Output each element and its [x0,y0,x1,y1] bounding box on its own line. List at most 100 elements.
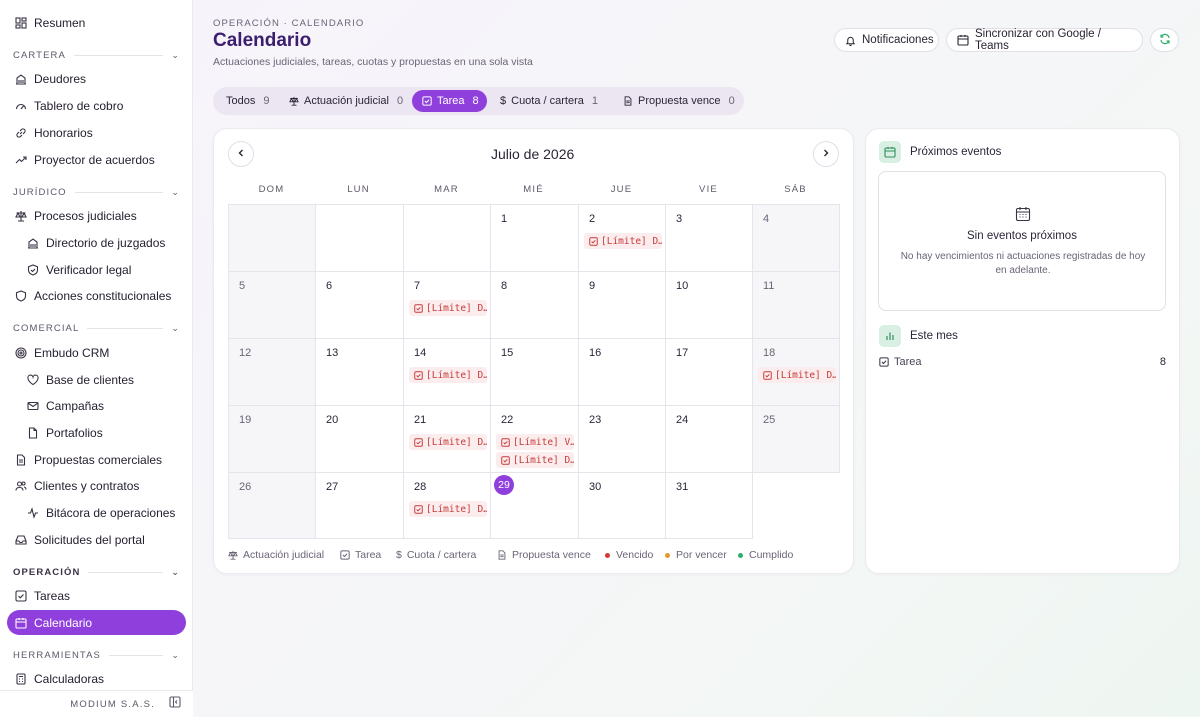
calendar-day[interactable]: 4 [752,204,840,272]
sidebar-item-clientes[interactable]: Clientes y contratos [7,473,186,498]
calendar-day[interactable]: 23 [578,405,666,473]
empty-title: Sin eventos próximos [967,230,1077,242]
calendar-day[interactable]: 27 [315,472,404,539]
calendar-day[interactable]: 26 [228,472,316,539]
notifications-button[interactable]: Notificaciones [834,28,939,52]
calendar-icon [1015,206,1031,227]
calendar-event[interactable]: [Límite] V… [496,434,574,450]
calendar-day[interactable]: 30 [578,472,666,539]
calendar-event[interactable]: [Límite] D… [584,233,662,249]
filter-todos[interactable]: Todos 9 [216,90,279,112]
page-subtitle: Actuaciones judiciales, tareas, cuotas y… [213,56,533,68]
weekday-header: JUE [610,184,633,195]
calendar-day[interactable]: 3 [665,204,753,272]
day-number: 11 [763,280,775,292]
sidebar-item-honorarios[interactable]: Honorarios [7,120,186,145]
calendar-day[interactable]: 12 [228,338,316,406]
document-icon [497,550,507,560]
calendar-day[interactable]: 15 [490,338,579,406]
chevron-down-icon: ⌄ [171,566,180,577]
sync-calendar-button[interactable]: Sincronizar con Google / Teams [946,28,1143,52]
sidebar-item-calculadoras[interactable]: Calculadoras [7,666,186,690]
calendar-day[interactable]: 7 [Límite] D… [403,271,491,339]
section-label: JURÍDICO [13,186,67,198]
calendar-day-today[interactable]: 29 [490,472,579,539]
sidebar-item-acciones[interactable]: Acciones constitucionales [7,283,186,308]
calendar-day[interactable]: 9 [578,271,666,339]
sidebar-item-label: Honorarios [34,125,93,140]
calendar-day[interactable]: 1 [490,204,579,272]
section-juridico[interactable]: JURÍDICO ⌄ [13,185,180,199]
calendar-event[interactable]: [Límite] D… [409,300,487,316]
sidebar-item-tablero[interactable]: Tablero de cobro [7,93,186,118]
chevron-down-icon: ⌄ [171,322,180,333]
section-operacion[interactable]: OPERACIÓN ⌄ [13,565,180,579]
sidebar-item-deudores[interactable]: Deudores [7,66,186,91]
document-icon [623,96,633,106]
sidebar-item-directorio[interactable]: Directorio de juzgados [7,230,186,255]
filter-cuota-cartera[interactable]: $ Cuota / cartera 1 [490,90,608,112]
calendar-day[interactable]: 11 [752,271,840,339]
calendar-day[interactable]: 10 [665,271,753,339]
calendar-day[interactable]: 17 [665,338,753,406]
section-comercial[interactable]: COMERCIAL ⌄ [13,321,180,335]
sidebar-item-tareas[interactable]: Tareas [7,583,186,608]
calendar-day[interactable]: 5 [228,271,316,339]
sidebar-item-campanas[interactable]: Campañas [7,393,186,418]
calendar-day[interactable]: 6 [315,271,404,339]
calendar-event[interactable]: [Límite] D… [409,501,487,517]
calendar-day[interactable]: 18 [Límite] D… [752,338,840,406]
calendar-day[interactable]: 16 [578,338,666,406]
refresh-button[interactable] [1150,28,1179,52]
calendar-event[interactable]: [Límite] D… [409,434,487,450]
event-title: [Límite] D… [601,235,662,247]
event-title: [Límite] V… [513,436,574,448]
sidebar-item-propuestas[interactable]: Propuestas comerciales [7,447,186,472]
calendar-event[interactable]: [Límite] D… [496,452,574,468]
calendar-day[interactable]: 20 [315,405,404,473]
next-month-button[interactable] [813,141,839,167]
sidebar-item-calendario[interactable]: Calendario [7,610,186,635]
checkbox-icon [15,589,27,602]
filter-actuacion-judicial[interactable]: Actuación judicial 0 [279,90,413,112]
filter-tabs: Todos 9 Actuación judicial 0 Tarea 8 $ Cuot… [213,87,744,115]
checkbox-icon [414,370,423,380]
sidebar-item-label: Portafolios [46,425,103,440]
sidebar-item-label: Verificador legal [46,262,132,277]
calendar-day[interactable]: 2 [Límite] D… [578,204,666,272]
calendar-day[interactable]: 31 [665,472,753,539]
calendar-day[interactable]: 21 [Límite] D… [403,405,491,473]
calendar-day[interactable]: 28 [Límite] D… [403,472,491,539]
sidebar-item-verificador[interactable]: Verificador legal [7,257,186,282]
sidebar-item-portafolios[interactable]: Portafolios [7,420,186,445]
inbox-icon [15,534,27,546]
prev-month-button[interactable] [228,141,254,167]
calendar-event[interactable]: [Límite] D… [758,367,836,383]
calendar-day[interactable]: 22 [Límite] V… [Límite] D… [490,405,579,473]
day-number: 18 [763,347,776,359]
sidebar-item-embudo[interactable]: Embudo CRM [7,340,186,365]
calendar-day[interactable]: 24 [665,405,753,473]
sidebar-item-proyector[interactable]: Proyector de acuerdos [7,147,186,172]
upcoming-title: Próximos eventos [910,146,1002,158]
section-cartera[interactable]: CARTERA ⌄ [13,48,180,62]
sidebar-item-resumen[interactable]: Resumen [7,10,186,35]
sidebar-item-solicitudes[interactable]: Solicitudes del portal [7,527,186,552]
calendar-day[interactable]: 13 [315,338,404,406]
filter-tarea[interactable]: Tarea 8 [412,90,487,112]
calendar-day[interactable]: 8 [490,271,579,339]
calendar-day[interactable]: 25 [752,405,840,473]
checkbox-icon [414,303,423,313]
sidebar-item-base[interactable]: Base de clientes [7,367,186,392]
section-herramientas[interactable]: HERRAMIENTAS ⌄ [13,648,180,662]
sidebar-item-bitacora[interactable]: Bitácora de operaciones [7,500,186,525]
status-dot [665,552,670,558]
day-number: 8 [501,280,508,292]
calendar-day[interactable]: 14 [Límite] D… [403,338,491,406]
calendar-day[interactable]: 19 [228,405,316,473]
calendar-event[interactable]: [Límite] D… [409,367,487,383]
collapse-sidebar-icon[interactable] [169,695,181,713]
checkbox-icon [422,96,432,106]
sidebar-item-procesos[interactable]: Procesos judiciales [7,203,186,228]
filter-propuesta-vence[interactable]: Propuesta vence 0 [613,90,745,112]
